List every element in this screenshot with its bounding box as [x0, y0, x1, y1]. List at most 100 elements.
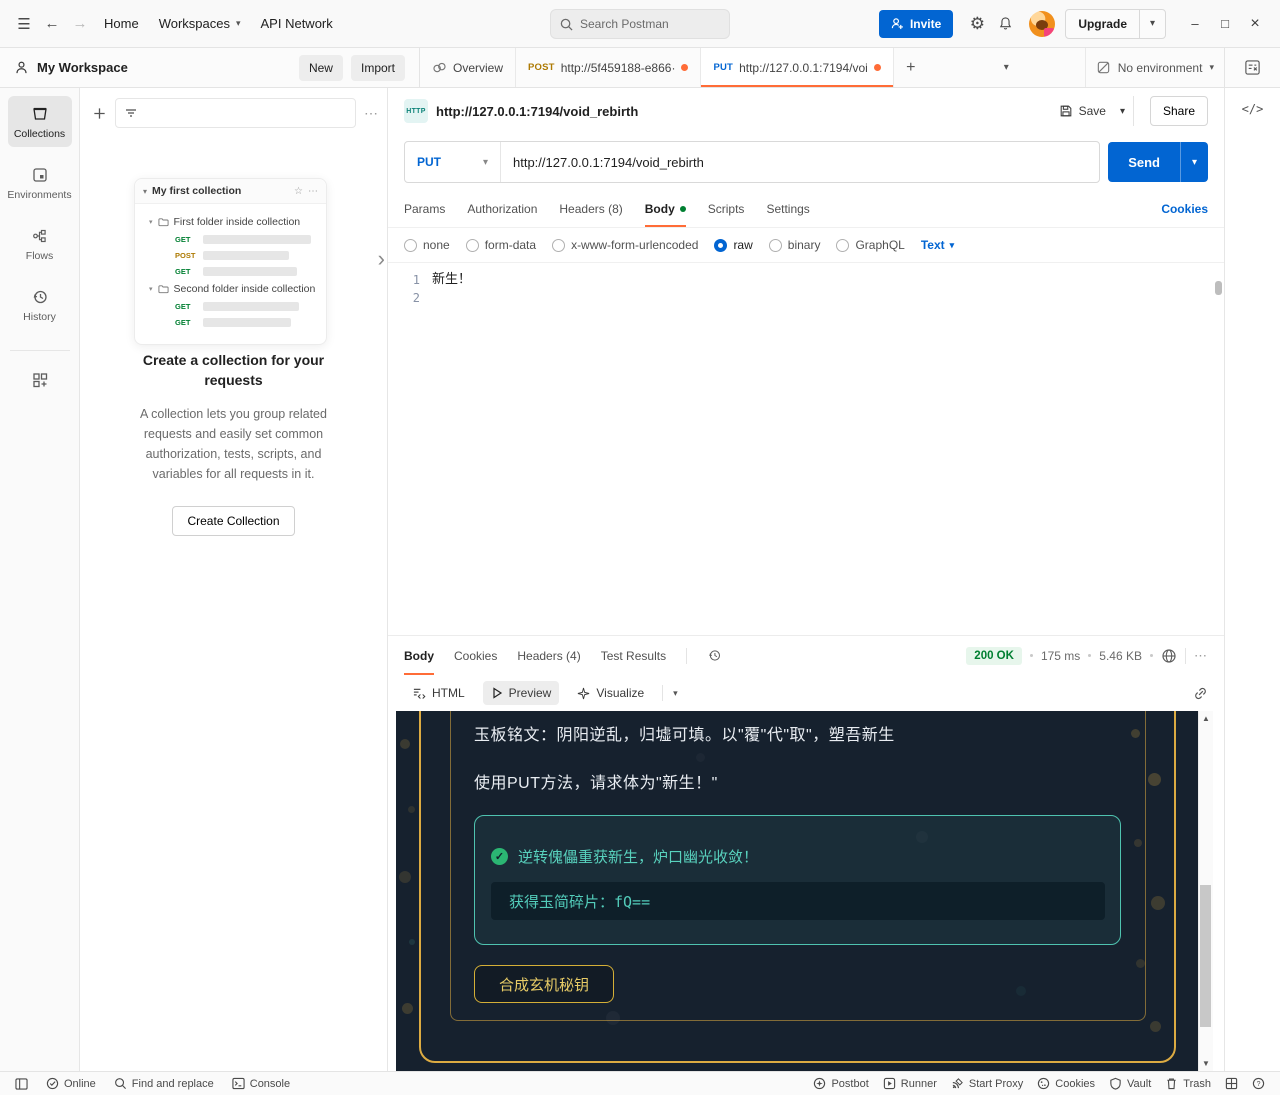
titlebar: ☰ ← → Home Workspaces ▾ API Network Sear… — [0, 0, 1280, 48]
split-panel-button[interactable] — [1218, 1077, 1245, 1090]
find-replace-button[interactable]: Find and replace — [107, 1072, 221, 1095]
send-button[interactable]: Send — [1108, 142, 1180, 182]
mode-binary[interactable]: binary — [769, 238, 821, 252]
mode-form-data[interactable]: form-data — [466, 238, 536, 252]
response-history-icon[interactable] — [707, 648, 722, 663]
sidebar-expand-chevron[interactable]: › — [378, 246, 385, 272]
runner-button[interactable]: Runner — [876, 1077, 944, 1090]
request-body-editor[interactable]: 1 2 新生！ — [388, 262, 1224, 635]
copy-link-icon[interactable] — [1193, 686, 1208, 701]
response-tab-test-results[interactable]: Test Results — [601, 636, 666, 675]
mode-x-www-form-urlencoded[interactable]: x-www-form-urlencoded — [552, 238, 698, 252]
tab-headers[interactable]: Headers (8) — [559, 190, 622, 227]
tab-authorization[interactable]: Authorization — [467, 190, 537, 227]
workspaces-menu[interactable]: Workspaces ▾ — [149, 16, 251, 31]
notifications-bell-icon[interactable] — [991, 10, 1019, 38]
upgrade-button[interactable]: Upgrade ▾ — [1065, 9, 1166, 39]
editor-content[interactable]: 新生！ — [428, 263, 1224, 635]
sidebar-toggle-icon[interactable]: ☰ — [10, 10, 38, 38]
response-more-icon[interactable]: ⋯ — [1194, 648, 1208, 664]
tab-list-chevron-icon[interactable]: ▾ — [989, 48, 1023, 87]
cookies-link[interactable]: Cookies — [1161, 202, 1208, 216]
send-options-chevron[interactable]: ▾ — [1180, 142, 1208, 182]
scroll-down-arrow[interactable]: ▼ — [1202, 1059, 1210, 1068]
response-tab-cookies[interactable]: Cookies — [454, 636, 497, 675]
rail-item-collections[interactable]: Collections — [8, 96, 72, 147]
postbot-button[interactable]: Postbot — [806, 1077, 875, 1090]
scroll-up-arrow[interactable]: ▲ — [1202, 714, 1210, 723]
home-link[interactable]: Home — [94, 16, 149, 31]
tab-scripts[interactable]: Scripts — [708, 190, 745, 227]
window-close-button[interactable]: × — [1240, 9, 1270, 39]
mode-raw[interactable]: raw — [714, 238, 752, 252]
user-avatar[interactable] — [1029, 11, 1055, 37]
url-input[interactable] — [501, 155, 1099, 170]
tab-params[interactable]: Params — [404, 190, 445, 227]
view-options-chevron[interactable]: ▾ — [673, 688, 678, 699]
tab-settings[interactable]: Settings — [766, 190, 809, 227]
response-time[interactable]: 175 ms — [1041, 649, 1080, 663]
invite-button[interactable]: Invite — [879, 10, 953, 38]
method-chip: GET — [175, 267, 197, 276]
radio-icon — [769, 239, 782, 252]
cookies-button[interactable]: Cookies — [1030, 1077, 1102, 1090]
upgrade-chevron-icon[interactable]: ▾ — [1139, 10, 1165, 38]
global-search-input[interactable]: Search Postman — [550, 9, 730, 39]
mode-none[interactable]: none — [404, 238, 450, 252]
tab-put-request[interactable]: PUT http://127.0.0.1:7194/voi — [701, 48, 893, 87]
toggle-sidebar-button[interactable] — [8, 1072, 35, 1095]
view-visualize-button[interactable]: Visualize — [569, 681, 652, 705]
new-button[interactable]: New — [299, 55, 343, 81]
response-section-tabs: Body Cookies Headers (4) Test Results 20… — [388, 635, 1224, 675]
editor-line-1: 新生！ — [432, 271, 1224, 289]
sidebar-more-icon[interactable]: ⋯ — [364, 105, 379, 122]
response-tab-body[interactable]: Body — [404, 636, 434, 675]
import-button[interactable]: Import — [351, 55, 405, 81]
editor-scrollbar-thumb[interactable] — [1215, 281, 1222, 295]
window-maximize-button[interactable]: □ — [1210, 9, 1240, 39]
save-options-chevron[interactable]: ▾ — [1114, 96, 1131, 126]
connection-status[interactable]: Online — [39, 1072, 103, 1095]
tab-overview[interactable]: Overview — [420, 48, 516, 87]
vault-button[interactable]: Vault — [1102, 1077, 1158, 1090]
share-button[interactable]: Share — [1150, 96, 1208, 126]
mode-graphql[interactable]: GraphQL — [836, 238, 904, 252]
forge-key-button[interactable]: 合成玄机秘钥 — [474, 965, 614, 1003]
body-mode-row: none form-data x-www-form-urlencoded raw… — [388, 228, 1224, 262]
workspace-name[interactable]: My Workspace — [37, 60, 128, 75]
rail-configure-button[interactable] — [8, 367, 72, 393]
tab-body[interactable]: Body — [645, 190, 686, 227]
rail-item-history[interactable]: History — [8, 279, 72, 330]
response-size[interactable]: 5.46 KB — [1099, 649, 1142, 663]
api-network-link[interactable]: API Network — [251, 16, 343, 31]
view-html-button[interactable]: HTML — [404, 681, 473, 705]
preview-scrollbar-thumb[interactable] — [1200, 885, 1211, 1027]
console-button[interactable]: Console — [225, 1072, 297, 1095]
window-minimize-button[interactable]: – — [1180, 9, 1210, 39]
back-icon[interactable]: ← — [38, 10, 66, 38]
bokeh-dot — [399, 871, 411, 883]
new-tab-button[interactable]: + — [894, 48, 928, 87]
tab-post-request[interactable]: POST http://5f459188-e866· — [516, 48, 701, 87]
start-proxy-button[interactable]: Start Proxy — [944, 1077, 1030, 1090]
method-selector[interactable]: PUT ▾ — [405, 142, 501, 182]
response-tab-headers[interactable]: Headers (4) — [517, 636, 580, 675]
settings-gear-icon[interactable]: ⚙ — [963, 10, 991, 38]
rail-item-environments[interactable]: Environments — [8, 157, 72, 208]
environment-selector[interactable]: No environment ▾ — [1085, 48, 1224, 87]
sidebar-filter-input[interactable] — [115, 98, 356, 128]
trash-button[interactable]: Trash — [1158, 1077, 1218, 1090]
environment-quick-look[interactable] — [1224, 48, 1280, 87]
network-globe-icon[interactable] — [1161, 648, 1177, 664]
forward-icon[interactable]: → — [66, 10, 94, 38]
html-view-icon — [412, 687, 426, 700]
help-button[interactable]: ? — [1245, 1077, 1272, 1090]
create-collection-button[interactable]: Create Collection — [172, 506, 294, 536]
rail-item-flows[interactable]: Flows — [8, 218, 72, 269]
status-badge[interactable]: 200 OK — [966, 647, 1022, 665]
view-preview-button[interactable]: Preview — [483, 681, 560, 705]
code-snippet-toggle-icon[interactable]: </> — [1242, 102, 1264, 116]
raw-type-selector[interactable]: Text ▾ — [921, 238, 954, 252]
add-collection-icon[interactable] — [92, 106, 107, 121]
save-button[interactable]: Save — [1051, 96, 1114, 126]
